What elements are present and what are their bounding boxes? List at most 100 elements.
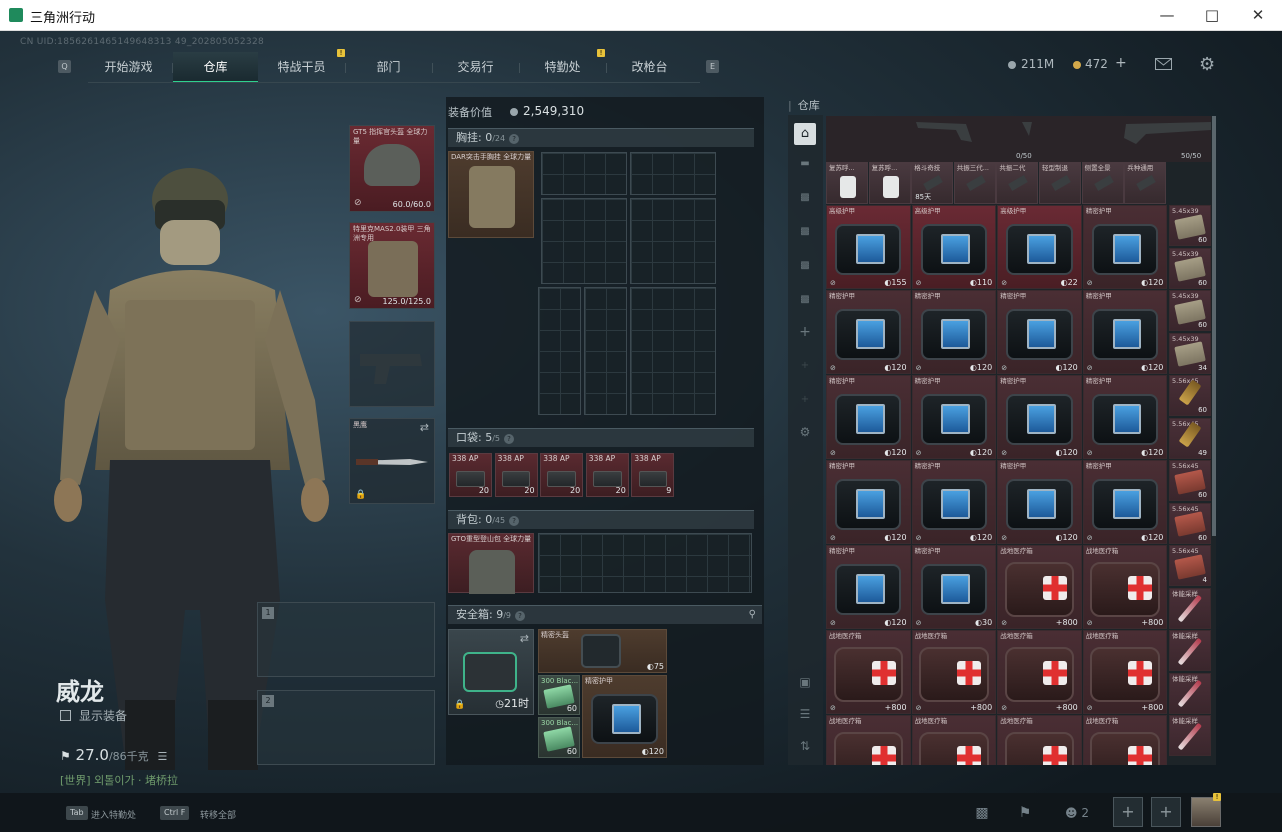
- secondary-weapon-slot[interactable]: 2: [257, 690, 435, 765]
- accessory-category-icon[interactable]: ▩: [796, 225, 814, 239]
- show-equip-checkbox[interactable]: [60, 710, 71, 721]
- chest-grid-cell[interactable]: [630, 152, 716, 195]
- small-item-cell[interactable]: 侧置全景: [1081, 162, 1124, 204]
- friends-button[interactable]: ☻ 2: [1060, 802, 1094, 824]
- gold-add-button[interactable]: +: [1115, 55, 1127, 71]
- primary-weapon-slot[interactable]: 1: [257, 602, 435, 677]
- ammo-item-cell[interactable]: 体能采样: [1169, 715, 1211, 756]
- tab-operators[interactable]: 特战干员: [259, 52, 344, 83]
- chest-grid-cell[interactable]: [541, 152, 627, 195]
- warehouse-item-cell[interactable]: 精密护甲 ⊘ ◐120: [997, 375, 1082, 459]
- nav-next-key[interactable]: E: [706, 60, 719, 73]
- chest-grid-cell[interactable]: [630, 198, 716, 284]
- ammo-item-cell[interactable]: 体能采样: [1169, 630, 1211, 671]
- safe-ammo-item[interactable]: 300 Blac... 60: [538, 717, 580, 758]
- ammo-item-cell[interactable]: 5.45x39 60: [1169, 205, 1211, 246]
- melee-slot[interactable]: 黑鹰 ⇄ 🔒: [349, 418, 435, 504]
- chest-grid-cell[interactable]: [584, 287, 627, 415]
- warehouse-scrollbar[interactable]: [1212, 116, 1216, 536]
- add-teammate-button[interactable]: +: [1113, 797, 1143, 827]
- backpack-item[interactable]: GTO重型登山包 全球力量: [448, 533, 534, 594]
- safe-armor-item[interactable]: 精密护甲 ◐120: [582, 675, 667, 758]
- swap-icon[interactable]: ⇄: [520, 632, 529, 645]
- warehouse-item-cell[interactable]: 精密护甲 ⊘ ◐120: [997, 290, 1082, 374]
- mail-icon[interactable]: [1155, 58, 1172, 70]
- warehouse-item-cell[interactable]: 精密护甲 ⊘ ◐120: [826, 375, 911, 459]
- warehouse-item-cell[interactable]: 高级护甲 ⊘ ◐155: [826, 205, 911, 289]
- tab-key-label[interactable]: 进入特勤处: [91, 808, 136, 821]
- warehouse-settings-icon[interactable]: ⚙: [796, 425, 814, 439]
- warehouse-item-cell[interactable]: 战地医疗箱 ⊘ +800: [997, 630, 1082, 714]
- warehouse-item-cell[interactable]: 精密护甲 ⊘ ◐30: [911, 545, 997, 629]
- list-icon[interactable]: ☰: [157, 750, 167, 763]
- pocket-ammo-item[interactable]: 338 AP 20: [449, 453, 492, 497]
- small-item-cell[interactable]: 复苏呼...: [868, 162, 911, 204]
- ammo-item-cell[interactable]: 5.56x45 60: [1169, 375, 1211, 416]
- small-item-cell[interactable]: 复苏呼...: [826, 162, 868, 204]
- tab-start-game[interactable]: 开始游戏: [86, 52, 171, 83]
- transfer-all-label[interactable]: 转移全部: [200, 808, 236, 821]
- backpack-grid[interactable]: [538, 533, 752, 593]
- warehouse-item-cell[interactable]: 战地医疗箱⊘: [1082, 715, 1168, 765]
- warehouse-item-cell[interactable]: 精密护甲 ⊘ ◐120: [1082, 290, 1168, 374]
- settings-gear-icon[interactable]: ⚙: [1199, 54, 1215, 75]
- help-icon[interactable]: ?: [509, 516, 520, 526]
- add-page-icon[interactable]: +: [796, 325, 814, 339]
- help-icon[interactable]: ?: [515, 611, 526, 621]
- warehouse-item-cell[interactable]: 精密护甲 ⊘ ◐120: [826, 290, 911, 374]
- chest-grid-cell[interactable]: [538, 287, 581, 415]
- sort-icon[interactable]: ⇅: [796, 739, 814, 753]
- nav-prev-key[interactable]: Q: [58, 60, 71, 73]
- warehouse-item-cell[interactable]: 战地医疗箱 ⊘ +800: [997, 545, 1082, 629]
- warehouse-item-cell[interactable]: 精密护甲 ⊘ ◐120: [1082, 205, 1168, 289]
- add-teammate-button[interactable]: +: [1151, 797, 1181, 827]
- warehouse-item-cell[interactable]: 高级护甲 ⊘ ◐110: [911, 205, 997, 289]
- warehouse-item-cell[interactable]: 高级护甲 ⊘ ◐22: [997, 205, 1082, 289]
- player-avatar[interactable]: [1191, 797, 1221, 827]
- add-page-icon[interactable]: +: [796, 393, 814, 407]
- ammo-category-icon[interactable]: ▩: [796, 259, 814, 273]
- weapons-category-icon[interactable]: ▬: [796, 157, 814, 171]
- small-item-cell[interactable]: 兵种通用: [1124, 162, 1167, 204]
- tab-department[interactable]: 部门: [346, 52, 431, 83]
- help-icon[interactable]: ?: [509, 134, 520, 144]
- warehouse-item-cell[interactable]: 精密护甲 ⊘ ◐120: [911, 460, 997, 544]
- warehouse-item-cell[interactable]: 精密护甲 ⊘ ◐120: [1082, 375, 1168, 459]
- warehouse-item-cell[interactable]: 精密护甲 ⊘ ◐120: [1082, 460, 1168, 544]
- warehouse-item-cell[interactable]: 精密护甲 ⊘ ◐120: [826, 460, 911, 544]
- armor-slot[interactable]: 特里克MAS2.0装甲 三角洲专用 ⊘ 125.0/125.0: [349, 222, 435, 309]
- warehouse-item-cell[interactable]: 战地医疗箱 ⊘ +800: [1082, 630, 1168, 714]
- stats-chart-icon[interactable]: ▩: [970, 802, 994, 824]
- ammo-item-cell[interactable]: 5.45x39 60: [1169, 290, 1211, 331]
- ammo-item-cell[interactable]: 5.56x45 60: [1169, 460, 1211, 501]
- safe-box-item[interactable]: ⇄ 🔒 ◷21时: [448, 629, 534, 715]
- warehouse-item-cell[interactable]: 战地医疗箱⊘: [826, 715, 911, 765]
- help-icon[interactable]: ?: [504, 434, 515, 444]
- pocket-ammo-item[interactable]: 338 AP 9: [631, 453, 675, 497]
- small-item-cell[interactable]: 轻型制退: [1039, 162, 1081, 204]
- tab-trade[interactable]: 交易行: [433, 52, 518, 83]
- warehouse-item-cell[interactable]: 战地医疗箱⊘: [911, 715, 997, 765]
- warehouse-item-cell[interactable]: 战地医疗箱 ⊘ +800: [1082, 545, 1168, 629]
- ammo-item-cell[interactable]: 5.56x45 49: [1169, 417, 1211, 459]
- pocket-ammo-item[interactable]: 338 AP 20: [585, 453, 629, 497]
- add-page-icon[interactable]: +: [796, 359, 814, 373]
- warehouse-item-cell[interactable]: 精密护甲 ⊘ ◐120: [911, 290, 997, 374]
- chest-rig-item[interactable]: DAR突击手胸挂 全球力量: [448, 151, 534, 238]
- warehouse-item-cell[interactable]: 精密护甲 ⊘ ◐120: [997, 460, 1082, 544]
- minimize-icon[interactable]: —: [1152, 6, 1182, 26]
- safe-ammo-item[interactable]: 300 Blac... 60: [538, 675, 580, 715]
- ammo-item-cell[interactable]: 5.45x39 60: [1169, 247, 1211, 289]
- helmet-slot[interactable]: GT5 指挥官头盔 全球力量 ⊘ 60.0/60.0: [349, 125, 435, 212]
- small-item-cell[interactable]: 格斗奇技 85天: [911, 162, 954, 204]
- ammo-item-cell[interactable]: 5.56x45 4: [1169, 545, 1211, 586]
- warehouse-info-icon[interactable]: ▣: [796, 675, 814, 689]
- small-item-cell[interactable]: 共振二代: [996, 162, 1039, 204]
- warehouse-item-cell[interactable]: 战地医疗箱 ⊘ +800: [826, 630, 911, 714]
- chest-grid-cell[interactable]: [541, 198, 627, 284]
- flag-icon[interactable]: ⚑: [1013, 802, 1037, 824]
- layers-icon[interactable]: ☰: [796, 707, 814, 721]
- warehouse-item-cell[interactable]: 精密护甲 ⊘ ◐120: [826, 545, 911, 629]
- tab-special-ops[interactable]: 特勤处: [520, 52, 605, 83]
- close-icon[interactable]: ✕: [1243, 6, 1273, 26]
